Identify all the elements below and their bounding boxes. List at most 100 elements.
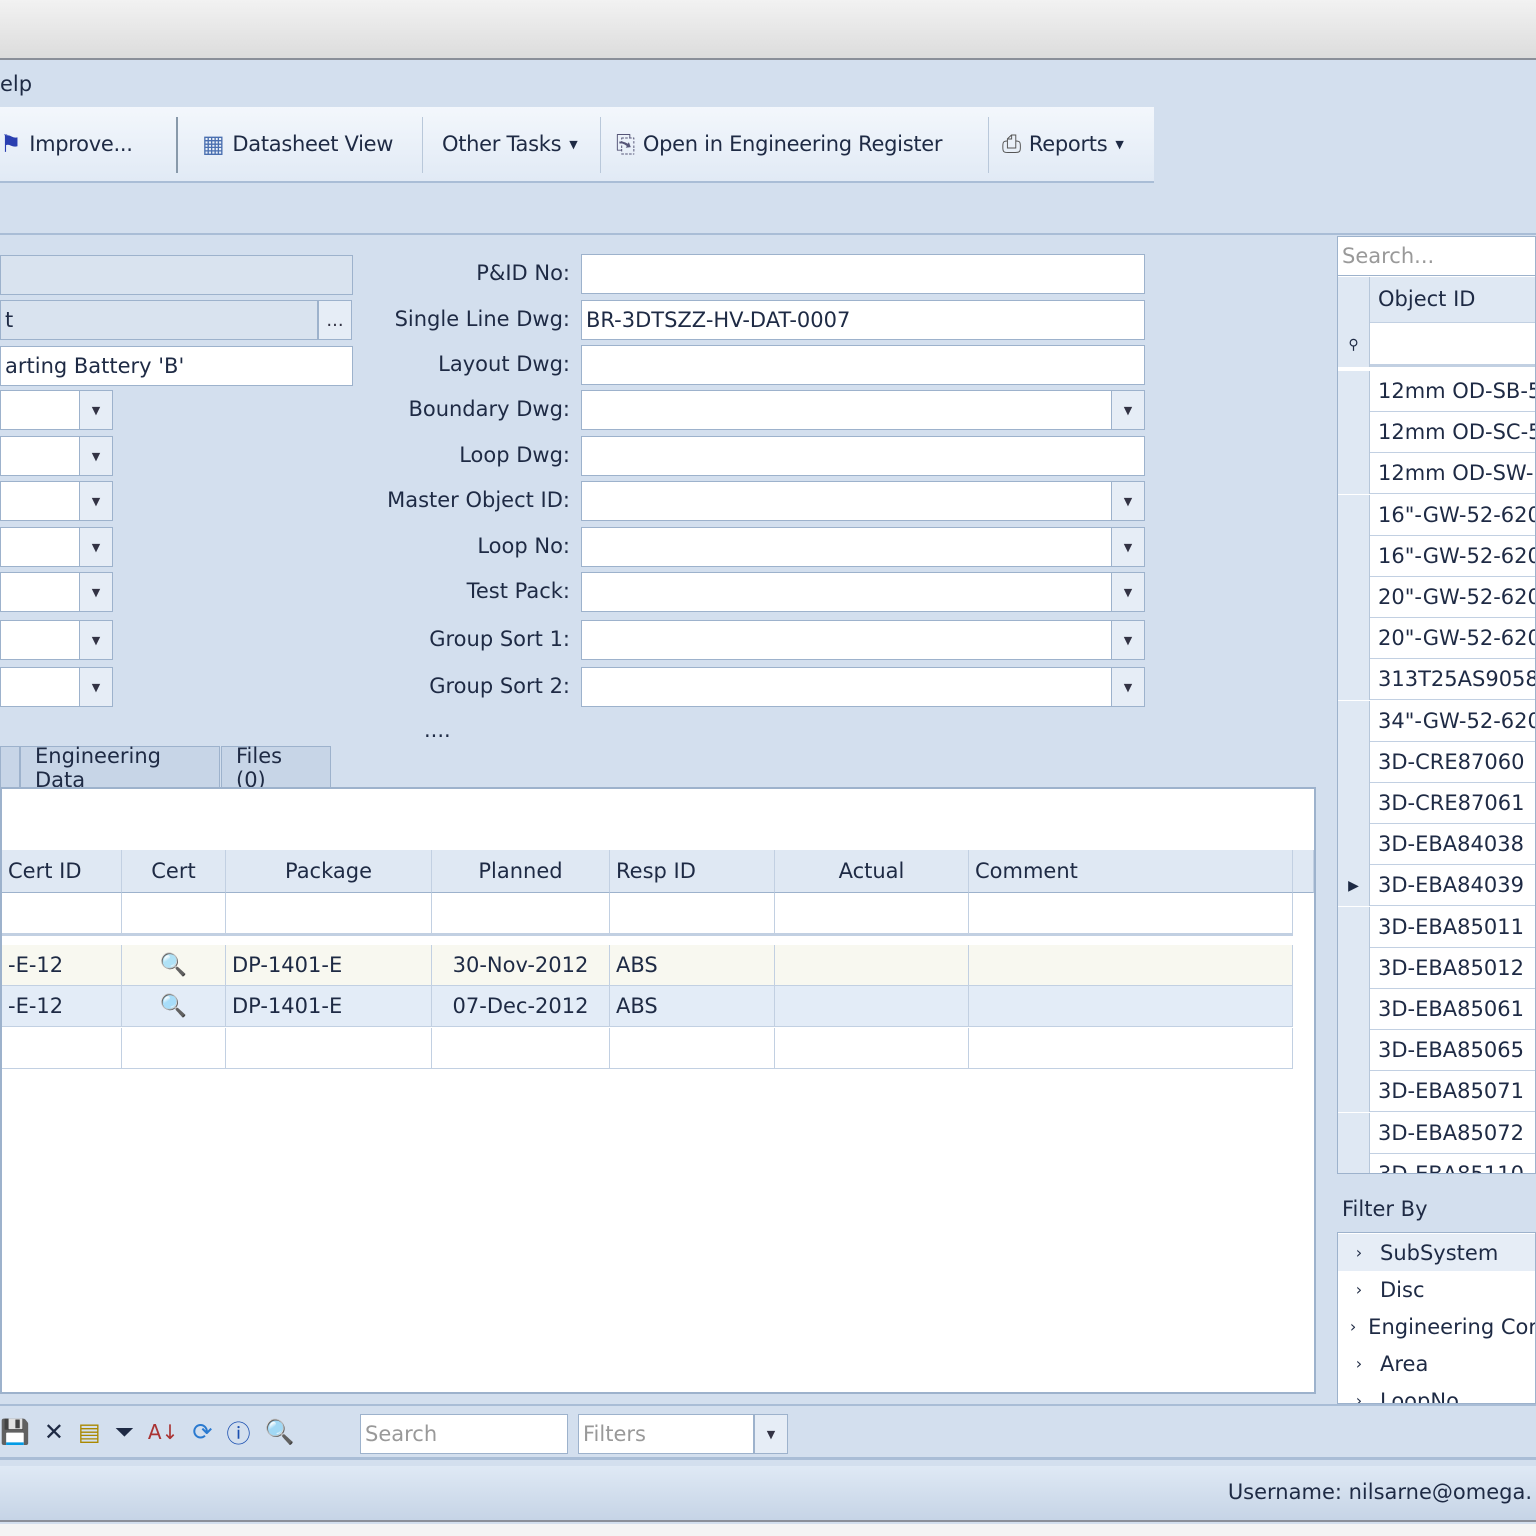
column-header[interactable]: Actual (775, 850, 969, 893)
table-cell[interactable]: DP-1401-E (226, 986, 432, 1027)
filter-row-cell[interactable] (775, 893, 969, 936)
object-list-item[interactable]: 3D-CRE87061 (1338, 783, 1535, 824)
sort-az-icon[interactable]: A↓ (148, 1414, 178, 1449)
tab-partial[interactable] (0, 746, 20, 788)
dropdown-arrow-icon[interactable]: ▼ (1111, 667, 1145, 707)
certificate-view-icon[interactable]: 🔍 (160, 994, 187, 1019)
improve-button[interactable]: ⚑ Improve... (0, 107, 133, 181)
column-header[interactable]: Package (226, 850, 432, 893)
dropdown-arrow-icon[interactable]: ▼ (79, 436, 113, 476)
dropdown-arrow-icon[interactable]: ▼ (79, 620, 113, 660)
filter-by-item[interactable]: › LoopNo (1338, 1382, 1535, 1404)
table-cell[interactable]: -E-12 (2, 945, 122, 986)
dropdown-arrow-icon[interactable]: ▼ (1111, 527, 1145, 567)
field-input[interactable] (581, 345, 1145, 385)
table-cell[interactable]: -E-12 (2, 986, 122, 1027)
object-list-item[interactable]: 16"-GW-52-6204 (1338, 535, 1535, 577)
new-row-cell[interactable] (2, 1028, 122, 1069)
object-list-item[interactable]: 3D-EBA85061 (1338, 989, 1535, 1030)
refresh-icon[interactable]: ⟳ (192, 1414, 212, 1449)
tab-files[interactable]: Files (0) (221, 744, 331, 792)
field-input[interactable] (581, 620, 1113, 660)
search-input[interactable]: Search (360, 1414, 568, 1454)
object-list-item[interactable]: 313T25AS9058- (1338, 659, 1535, 701)
object-list-item[interactable]: 12mm OD-SB-52 (1338, 371, 1535, 412)
find-icon[interactable]: 🔍 (264, 1414, 294, 1449)
filter-by-item[interactable]: › Disc (1338, 1271, 1535, 1308)
filter-row-cell[interactable] (226, 893, 432, 936)
column-header[interactable]: Comment (969, 850, 1293, 893)
field-input[interactable] (581, 436, 1145, 476)
table-cell[interactable]: DP-1401-E (226, 945, 432, 986)
object-id-header[interactable]: Object ID (1338, 277, 1535, 323)
left-combo[interactable] (0, 667, 80, 707)
filter-icon[interactable]: ⏷ (115, 1414, 134, 1449)
object-list-item[interactable]: 3D-EBA85012 (1338, 947, 1535, 989)
table-cell[interactable]: 🔍 (122, 945, 226, 986)
filter-by-item[interactable]: › Engineering Cor (1338, 1308, 1535, 1345)
object-list-item[interactable]: 3D-EBA85011 (1338, 906, 1535, 948)
object-list-item[interactable]: 20"-GW-52-6205 (1338, 618, 1535, 660)
object-list-item[interactable]: 12mm OD-SW-52 (1338, 453, 1535, 495)
export-icon[interactable]: ▤ (78, 1414, 101, 1449)
left-combo[interactable] (0, 620, 80, 660)
object-list-item[interactable]: 3D-EBA84038 (1338, 824, 1535, 866)
filter-row-cell[interactable] (610, 893, 775, 936)
object-list-item[interactable]: 34"-GW-52-6201 (1338, 700, 1535, 742)
left-combo[interactable] (0, 481, 80, 521)
open-register-button[interactable]: ⎘ Open in Engineering Register (616, 107, 943, 181)
field-input[interactable] (581, 527, 1113, 567)
other-tasks-button[interactable]: Other Tasks ▼ (442, 107, 578, 181)
filter-row-cell[interactable] (432, 893, 610, 936)
object-list-item[interactable]: 3D-EBA85065 (1338, 1030, 1535, 1072)
certificate-view-icon[interactable]: 🔍 (160, 953, 187, 978)
new-row-cell[interactable] (226, 1028, 432, 1069)
field-input[interactable] (581, 254, 1145, 294)
table-cell[interactable]: 07-Dec-2012 (432, 986, 610, 1027)
column-header[interactable]: Resp ID (610, 850, 775, 893)
info-icon[interactable]: ⓘ (226, 1414, 250, 1449)
new-row-cell[interactable] (122, 1028, 226, 1069)
new-row-cell[interactable] (775, 1028, 969, 1069)
dropdown-arrow-icon[interactable]: ▼ (79, 527, 113, 567)
object-list-item[interactable]: ▶ 3D-EBA84039 (1338, 865, 1535, 907)
object-list-item[interactable]: 16"-GW-52-6202 (1338, 494, 1535, 536)
dropdown-arrow-icon[interactable]: ▼ (79, 390, 113, 430)
filter-row-cell[interactable] (122, 893, 226, 936)
object-list-item[interactable]: 3D-EBA85110 (1338, 1153, 1535, 1173)
object-list-item[interactable]: 20"-GW-52-6203 (1338, 577, 1535, 618)
filter-by-item[interactable]: › SubSystem (1338, 1234, 1535, 1271)
object-list-item[interactable]: 12mm OD-SC-52 (1338, 412, 1535, 454)
column-header[interactable]: Cert ID (2, 850, 122, 893)
column-header[interactable]: Cert (122, 850, 226, 893)
field-input[interactable] (581, 667, 1113, 707)
field-input[interactable]: BR-3DTSZZ-HV-DAT-0007 (581, 300, 1145, 340)
object-list-item[interactable]: 3D-EBA85072 (1338, 1112, 1535, 1154)
object-filter-row[interactable]: ⚲ (1338, 323, 1535, 367)
filters-select[interactable]: Filters (578, 1414, 754, 1454)
object-list-item[interactable]: 3D-CRE87060 (1338, 741, 1535, 783)
reports-button[interactable]: ⎙ Reports ▼ (1002, 107, 1124, 181)
table-cell[interactable] (969, 986, 1293, 1027)
left-combo[interactable] (0, 572, 80, 612)
menu-help[interactable]: elp (0, 72, 32, 96)
object-list-item[interactable]: 3D-EBA85071 (1338, 1071, 1535, 1113)
left-combo[interactable] (0, 527, 80, 567)
field-input[interactable] (581, 390, 1113, 430)
left-combo[interactable] (0, 436, 80, 476)
tab-engineering-data[interactable]: Engineering Data (20, 744, 220, 792)
table-cell[interactable]: ABS (610, 945, 775, 986)
dropdown-arrow-icon[interactable]: ▼ (79, 481, 113, 521)
field-input[interactable] (581, 572, 1113, 612)
dropdown-arrow-icon[interactable]: ▼ (1111, 572, 1145, 612)
dropdown-arrow-icon[interactable]: ▼ (79, 667, 113, 707)
dropdown-arrow-icon[interactable]: ▼ (1111, 390, 1145, 430)
table-cell[interactable]: ABS (610, 986, 775, 1027)
dropdown-arrow-icon[interactable]: ▼ (1111, 620, 1145, 660)
field-input[interactable] (581, 481, 1113, 521)
filter-by-item[interactable]: › Area (1338, 1345, 1535, 1382)
delete-icon[interactable]: ✕ (44, 1414, 64, 1449)
filters-dropdown-button[interactable]: ▼ (754, 1414, 788, 1454)
table-cell[interactable] (775, 945, 969, 986)
save-icon[interactable]: 💾 (0, 1414, 30, 1449)
